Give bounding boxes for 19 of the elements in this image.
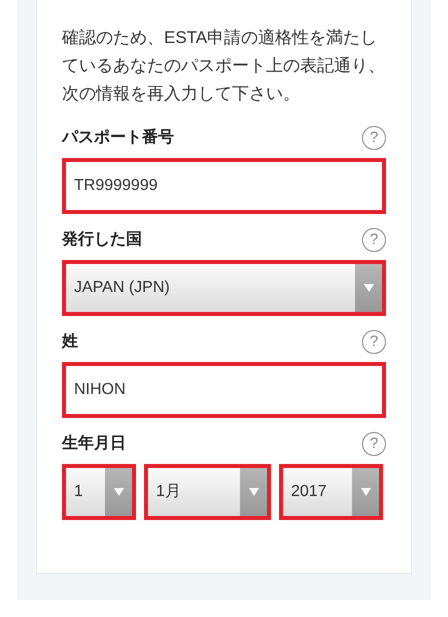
- caret-icon: [114, 488, 124, 496]
- caret-icon: [248, 488, 258, 496]
- country-select[interactable]: JAPAN (JPN): [62, 260, 386, 316]
- help-icon[interactable]: ?: [362, 228, 386, 252]
- help-icon[interactable]: ?: [362, 432, 386, 456]
- day-select[interactable]: 1: [62, 464, 136, 520]
- year-select[interactable]: 2017: [279, 464, 383, 520]
- text-field[interactable]: TR9999999: [62, 158, 386, 214]
- month-select[interactable]: 1月: [144, 464, 271, 520]
- instruction-text: 確認のため、ESTA申請の適格性を満たしているあなたのパスポート上の表記通り、次の情報を再入力して下さい。: [62, 27, 386, 105]
- field-label: 姓: [62, 332, 78, 352]
- caret-icon: [360, 488, 370, 496]
- caret-icon: [364, 284, 374, 292]
- help-icon[interactable]: ?: [362, 126, 386, 150]
- field-label: 生年月日: [62, 434, 126, 454]
- field-label: 発行した国: [62, 230, 142, 250]
- text-field[interactable]: NIHON: [62, 362, 386, 418]
- field-label: パスポート番号: [62, 127, 174, 148]
- help-icon[interactable]: ?: [362, 330, 386, 354]
